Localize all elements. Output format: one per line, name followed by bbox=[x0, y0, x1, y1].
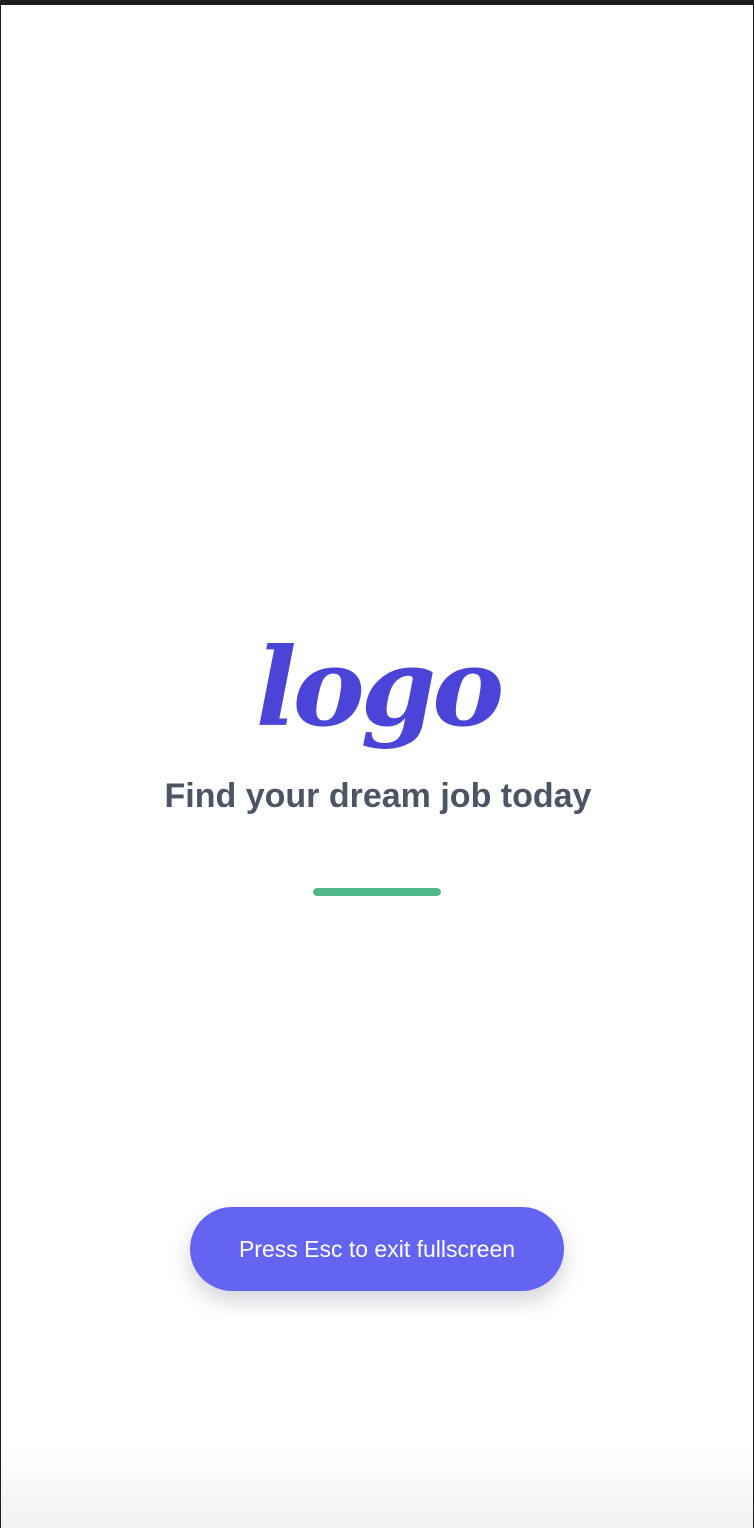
exit-fullscreen-label: Press Esc to exit fullscreen bbox=[238, 1236, 516, 1262]
app-screen: logo Find your dream job today Press Esc… bbox=[0, 0, 754, 1528]
loading-progress-fill bbox=[313, 888, 441, 896]
tagline: Find your dream job today bbox=[164, 777, 592, 815]
app-logo: logo bbox=[255, 625, 505, 751]
exit-fullscreen-toast[interactable]: Press Esc to exit fullscreen bbox=[190, 1207, 564, 1291]
loading-progress-bar bbox=[313, 888, 441, 896]
